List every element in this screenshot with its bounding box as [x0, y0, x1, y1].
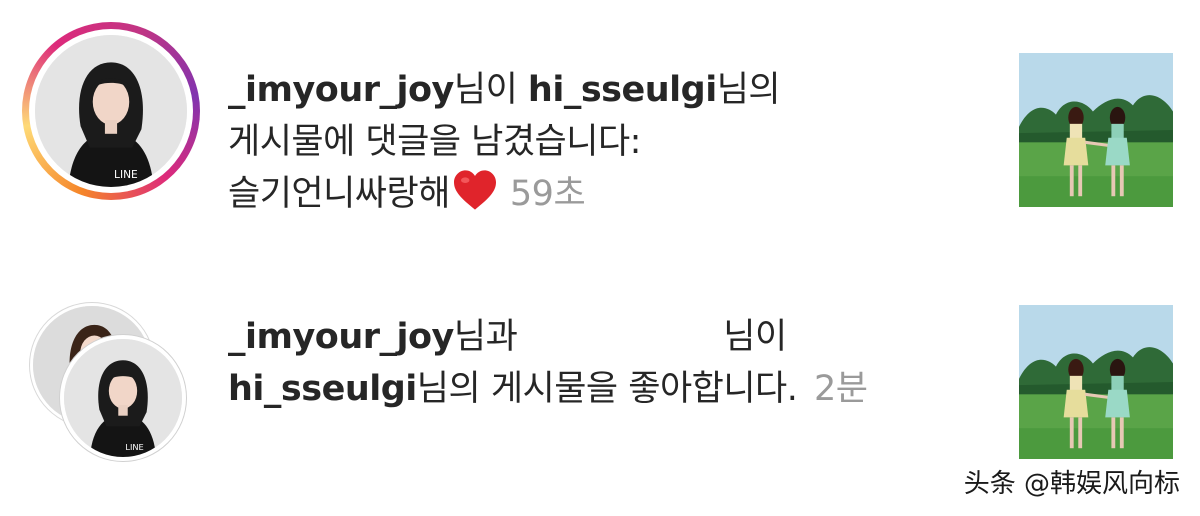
avatar-stack[interactable]: LINE: [30, 303, 190, 463]
post-thumbnail[interactable]: [1019, 305, 1173, 459]
avatar[interactable]: LINE: [60, 335, 186, 461]
avatar[interactable]: LINE: [35, 35, 187, 187]
notification-comment[interactable]: LINE _imyour_joy님이 hi_sseulgi님의 게시물에 댓글을…: [0, 0, 1200, 250]
username-link[interactable]: _imyour_joy: [228, 70, 454, 110]
target-username-link[interactable]: hi_sseulgi: [528, 70, 717, 110]
svg-text:LINE: LINE: [125, 442, 143, 452]
watermark: 头条 @韩娱风向标: [963, 469, 1180, 499]
username-link[interactable]: _imyour_joy: [228, 317, 454, 357]
story-ring[interactable]: LINE: [22, 22, 200, 200]
notification-text: _imyour_joy님이 hi_sseulgi님의 게시물에 댓글을 남겼습니…: [228, 70, 781, 214]
svg-text:LINE: LINE: [114, 168, 138, 181]
comment-text: 슬기언니싸랑해: [228, 174, 450, 214]
timestamp: 2분: [814, 369, 868, 409]
notification-text: _imyour_joy님과 님이 hi_sseulgi님의 게시물을 좋아합니다.…: [228, 317, 868, 409]
heart-emoji-icon: [453, 170, 496, 210]
post-thumbnail[interactable]: [1019, 53, 1173, 207]
notification-like[interactable]: LINE _imyour_joy님과 님이 hi_sseulgi님의 게시물을 좋…: [0, 255, 1200, 485]
timestamp: 59초: [509, 174, 586, 214]
target-username-link[interactable]: hi_sseulgi: [228, 369, 417, 409]
